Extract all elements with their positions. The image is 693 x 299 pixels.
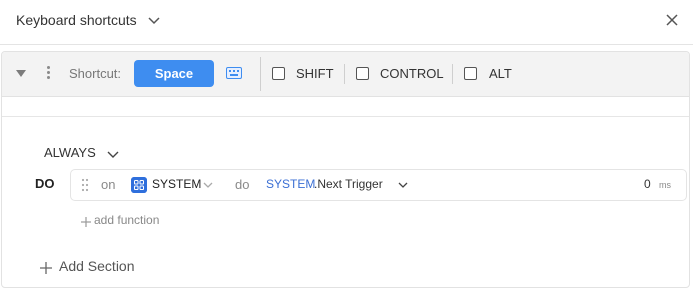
chevron-down-icon[interactable] — [202, 179, 214, 191]
control-checkbox[interactable] — [356, 67, 369, 80]
target-select[interactable]: SYSTEM — [152, 177, 201, 191]
dialog-title[interactable]: Keyboard shortcuts — [16, 12, 137, 28]
alt-label[interactable]: ALT — [489, 66, 512, 81]
shortcut-panel: Shortcut: Space SHIFT CONTROL ALT ALWAYS… — [1, 51, 690, 288]
shortcut-label: Shortcut: — [69, 66, 122, 81]
more-vertical-icon[interactable] — [47, 66, 51, 82]
shift-checkbox[interactable] — [272, 67, 285, 80]
close-icon[interactable] — [662, 10, 682, 30]
keyboard-icon[interactable] — [226, 67, 242, 79]
modifier-divider — [452, 64, 453, 84]
action-row: on SYSTEM do SYSTEM .Next Trigger 0 ms — [70, 169, 687, 201]
delay-value[interactable]: 0 — [644, 177, 651, 191]
shift-label[interactable]: SHIFT — [296, 66, 334, 81]
collapse-triangle-icon[interactable] — [16, 70, 26, 77]
alt-checkbox[interactable] — [464, 67, 477, 80]
condition-select[interactable]: ALWAYS — [44, 145, 96, 160]
function-select[interactable]: .Next Trigger — [314, 177, 383, 191]
drag-handle-icon[interactable] — [81, 178, 89, 192]
delay-unit: ms — [659, 180, 671, 190]
function-namespace[interactable]: SYSTEM — [266, 177, 315, 191]
add-section-button[interactable]: Add Section — [59, 258, 135, 274]
shortcut-toolbar: Shortcut: Space SHIFT CONTROL ALT — [2, 52, 689, 97]
do-word-label: do — [235, 177, 250, 192]
shortcut-key-button[interactable]: Space — [134, 60, 214, 87]
modifier-divider — [344, 64, 345, 84]
on-label: on — [101, 177, 116, 192]
plus-icon[interactable] — [39, 261, 53, 275]
chevron-down-icon[interactable] — [146, 12, 162, 28]
chevron-down-icon[interactable] — [397, 179, 409, 191]
plus-icon[interactable] — [80, 216, 92, 228]
spacer-row — [2, 97, 689, 117]
add-function-link[interactable]: add function — [94, 213, 159, 227]
header-divider — [0, 44, 693, 45]
do-label: DO — [35, 176, 55, 191]
chevron-down-icon[interactable] — [106, 147, 120, 161]
control-label[interactable]: CONTROL — [380, 66, 444, 81]
toolbar-divider — [260, 57, 261, 91]
system-icon — [131, 177, 147, 193]
